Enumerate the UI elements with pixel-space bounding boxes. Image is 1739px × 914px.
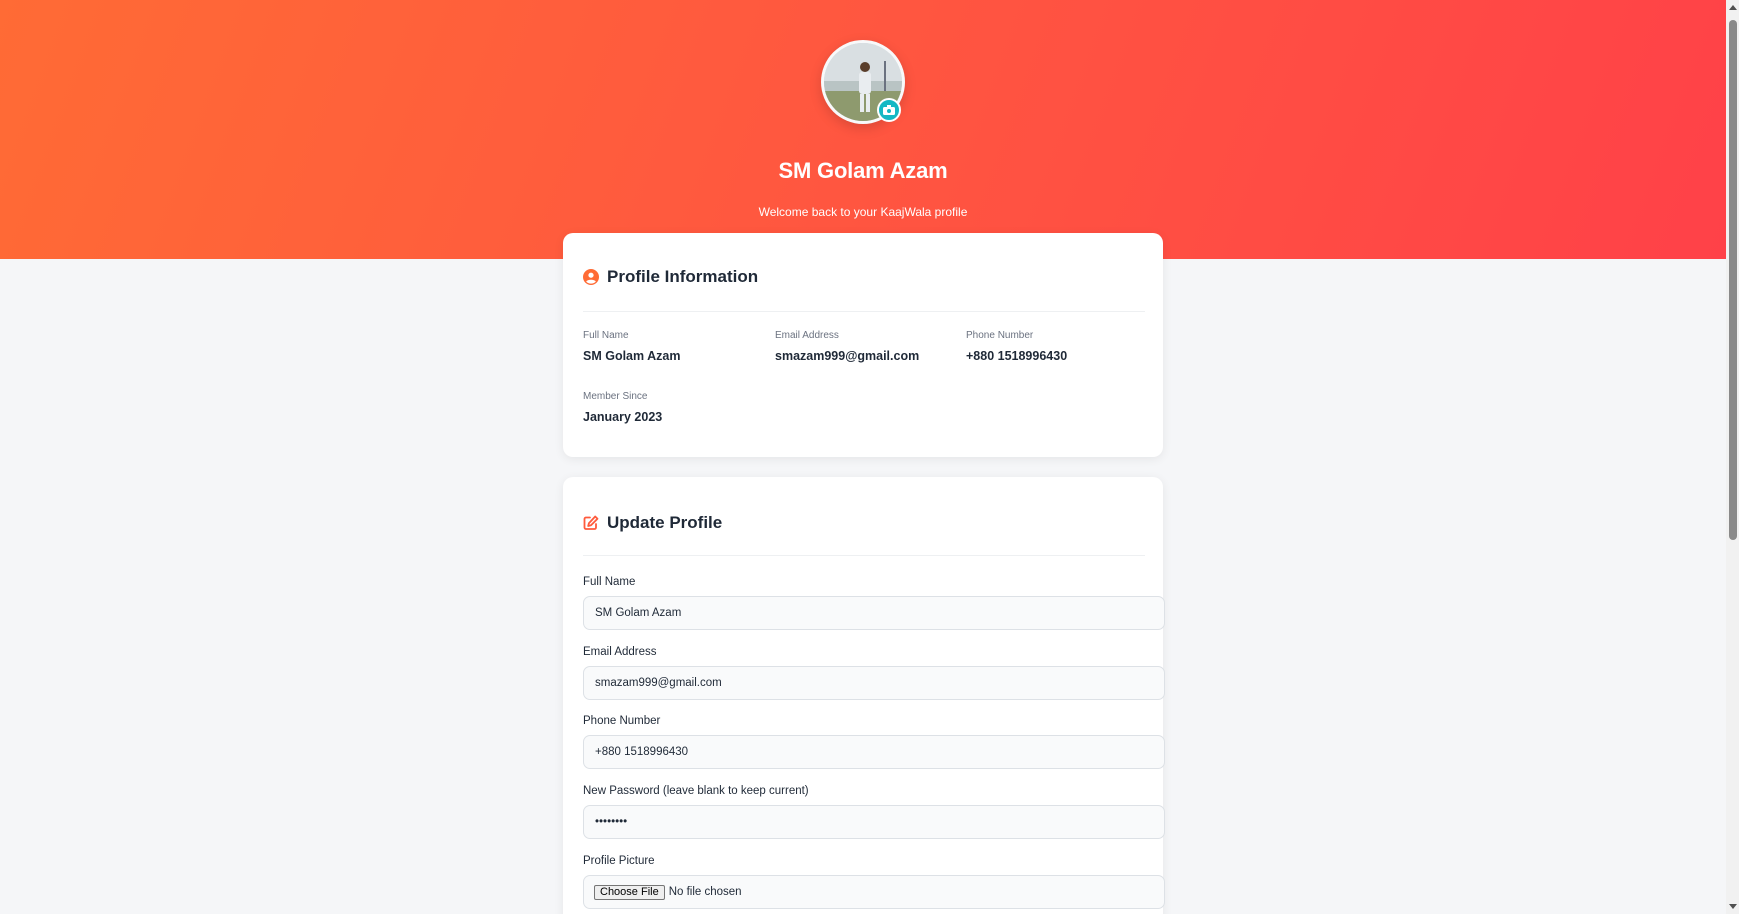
scroll-down-arrow-icon[interactable] — [1729, 904, 1737, 909]
profile-name-heading: SM Golam Azam — [778, 158, 948, 183]
choose-file-button[interactable]: Choose File — [594, 884, 665, 900]
email-value: smazam999@gmail.com — [775, 349, 920, 363]
file-status-text: No file chosen — [668, 886, 742, 898]
profile-information-card: Profile Information Full Name SM Golam A… — [563, 233, 1163, 457]
phone-field-label: Phone Number — [583, 715, 661, 727]
new-password-input[interactable] — [583, 805, 1165, 839]
full-name-label: Full Name — [583, 330, 629, 341]
password-field-label: New Password (leave blank to keep curren… — [583, 785, 809, 797]
divider — [583, 555, 1145, 556]
update-profile-title: Update Profile — [583, 513, 722, 533]
phone-value: +880 1518996430 — [966, 349, 1068, 363]
avatar-container[interactable] — [821, 40, 905, 124]
email-label: Email Address — [775, 330, 839, 341]
camera-icon[interactable] — [877, 98, 901, 122]
full-name-input[interactable] — [583, 596, 1165, 630]
phone-label: Phone Number — [966, 330, 1034, 341]
full-name-value: SM Golam Azam — [583, 349, 681, 363]
profile-picture-label: Profile Picture — [583, 855, 655, 867]
vertical-scrollbar[interactable] — [1726, 0, 1739, 914]
email-input[interactable] — [583, 666, 1165, 700]
full-name-field-label: Full Name — [583, 576, 636, 588]
edit-icon — [583, 515, 599, 531]
profile-picture-file-input[interactable]: Choose File No file chosen — [583, 875, 1165, 909]
welcome-subtitle: Welcome back to your KaajWala profile — [758, 205, 968, 219]
member-since-value: January 2023 — [583, 410, 663, 424]
scroll-up-arrow-icon[interactable] — [1729, 5, 1737, 10]
user-circle-icon — [583, 269, 599, 285]
profile-information-title: Profile Information — [583, 267, 758, 287]
scrollbar-thumb[interactable] — [1729, 20, 1737, 540]
email-field-label: Email Address — [583, 646, 657, 658]
divider — [583, 311, 1145, 312]
update-profile-card: Update Profile Full Name Email Address P… — [563, 477, 1165, 914]
member-since-label: Member Since — [583, 391, 648, 402]
phone-input[interactable] — [583, 735, 1165, 769]
profile-hero-header: SM Golam Azam Welcome back to your KaajW… — [0, 0, 1726, 259]
profile-information-title-text: Profile Information — [607, 267, 759, 286]
update-profile-title-text: Update Profile — [607, 513, 723, 532]
